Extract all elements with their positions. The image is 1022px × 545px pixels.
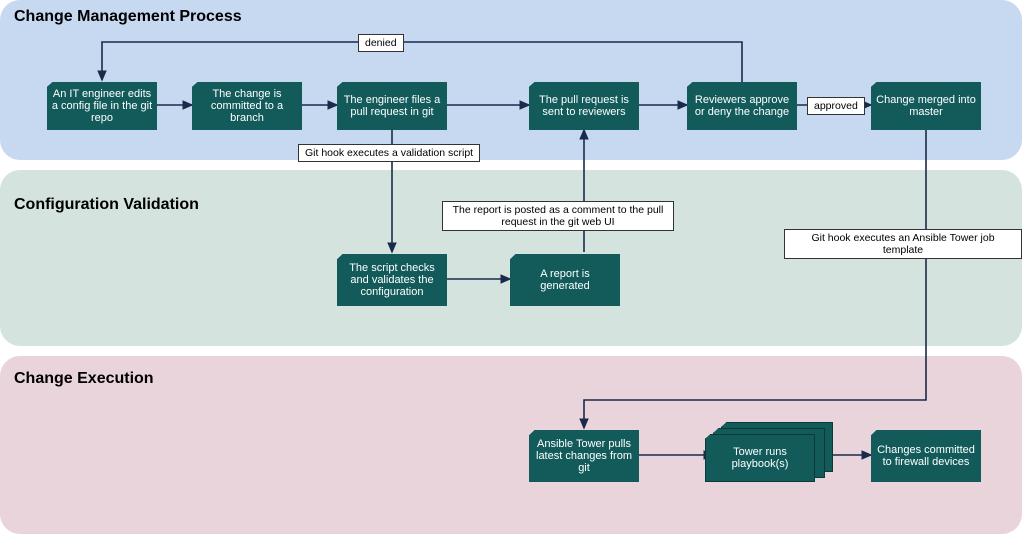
lane-title-change-execution: Change Execution: [14, 370, 154, 388]
label-hook-ansible: Git hook executes an Ansible Tower job t…: [784, 229, 1022, 259]
label-approved: approved: [807, 97, 865, 115]
label-report-comment: The report is posted as a comment to the…: [442, 201, 674, 231]
node-merged-master: Change merged into master: [871, 82, 981, 130]
node-ansible-pulls: Ansible Tower pulls latest changes from …: [529, 430, 639, 482]
diagram-canvas: Change Management Process Configuration …: [0, 0, 1022, 545]
node-reviewers-decide: Reviewers approve or deny the change: [687, 82, 797, 130]
lane-title-configuration-validation: Configuration Validation: [14, 196, 199, 214]
node-tower-playbooks: Tower runs playbook(s): [705, 422, 833, 482]
node-pull-request: The engineer files a pull request in git: [337, 82, 447, 130]
node-sent-reviewers: The pull request is sent to reviewers: [529, 82, 639, 130]
node-script-validates: The script checks and validates the conf…: [337, 254, 447, 306]
node-report-generated: A report is generated: [510, 254, 620, 306]
lane-title-change-management: Change Management Process: [14, 8, 242, 26]
label-hook-validate: Git hook executes a validation script: [298, 144, 480, 162]
node-commit-branch: The change is committed to a branch: [192, 82, 302, 130]
label-denied: denied: [358, 34, 404, 52]
node-committed-firewall: Changes committed to firewall devices: [871, 430, 981, 482]
node-edit-config: An IT engineer edits a config file in th…: [47, 82, 157, 130]
